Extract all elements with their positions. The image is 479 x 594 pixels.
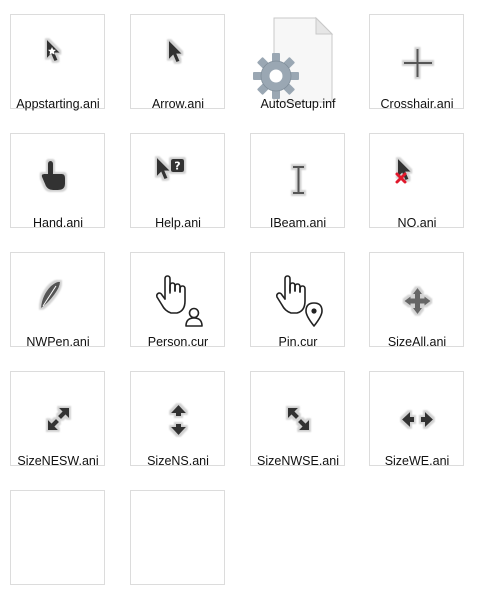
file-thumbnail (10, 371, 105, 466)
file-item-sizeall[interactable]: SizeAll.ani (361, 238, 473, 356)
file-item-help[interactable]: ? Help.ani (122, 119, 234, 237)
file-name: SizeNS.ani (147, 454, 209, 468)
file-item-sizenesw[interactable]: SizeNESW.ani (2, 357, 114, 475)
file-item-autosetup[interactable]: AutoSetup.inf (242, 0, 354, 118)
file-thumbnail (130, 490, 225, 585)
file-item-sizenwse[interactable]: SizeNWSE.ani (242, 357, 354, 475)
file-item-sizens[interactable]: SizeNS.ani (122, 357, 234, 475)
file-thumbnail (10, 14, 105, 109)
person-cursor-icon (155, 275, 203, 327)
file-item-appstarting[interactable]: Appstarting.ani (2, 0, 114, 118)
help-cursor-icon: ? (157, 158, 184, 179)
file-name: Appstarting.ani (16, 97, 100, 111)
file-name: AutoSetup.inf (260, 97, 336, 111)
hand-cursor-icon (41, 161, 65, 190)
file-thumbnail: ? (130, 133, 225, 228)
file-thumbnail (369, 133, 464, 228)
file-grid: Appstarting.ani Arrow.ani AutoSetup.inf … (0, 0, 479, 585)
file-item-person[interactable]: Person.cur (122, 238, 234, 356)
file-thumbnail (369, 14, 464, 109)
file-name: Pin.cur (278, 335, 318, 349)
size-ns-cursor-icon (171, 405, 186, 435)
file-name: SizeAll.ani (387, 335, 447, 349)
file-item-partial[interactable] (2, 476, 114, 594)
file-item-arrow[interactable]: Arrow.ani (122, 0, 234, 118)
file-item-no[interactable]: NO.ani (361, 119, 473, 237)
file-thumbnail (10, 490, 105, 585)
file-item-ibeam[interactable]: IBeam.ani (242, 119, 354, 237)
file-thumbnail (369, 252, 464, 347)
file-thumbnail (10, 133, 105, 228)
ibeam-cursor-icon (293, 166, 304, 194)
file-thumbnail (130, 371, 225, 466)
file-thumbnail (250, 371, 345, 466)
file-item-hand[interactable]: Hand.ani (2, 119, 114, 237)
file-name: Hand.ani (32, 216, 84, 230)
pin-cursor-icon (275, 275, 323, 327)
file-thumbnail (130, 14, 225, 109)
file-thumbnail (250, 252, 345, 347)
file-name: Help.ani (155, 216, 201, 230)
file-item-crosshair[interactable]: Crosshair.ani (361, 0, 473, 118)
file-name: SizeWE.ani (384, 454, 450, 468)
file-name: Person.cur (147, 335, 209, 349)
file-name: Crosshair.ani (380, 97, 454, 111)
file-thumbnail (10, 252, 105, 347)
size-we-cursor-icon (402, 412, 433, 427)
arrow-cursor-icon (169, 41, 182, 62)
file-name: SizeNESW.ani (17, 454, 99, 468)
pen-cursor-icon (41, 281, 60, 308)
file-item-partial[interactable] (122, 476, 234, 594)
file-thumbnail (250, 14, 345, 109)
file-item-pin[interactable]: Pin.cur (242, 238, 354, 356)
file-name: IBeam.ani (269, 216, 327, 230)
file-item-nwpen[interactable]: NWPen.ani (2, 238, 114, 356)
file-thumbnail (130, 252, 225, 347)
file-thumbnail (250, 133, 345, 228)
file-item-sizewe[interactable]: SizeWE.ani (361, 357, 473, 475)
size-nesw-cursor-icon (48, 408, 69, 430)
file-name: NWPen.ani (26, 335, 90, 349)
no-cursor-icon (395, 159, 411, 184)
crosshair-cursor-icon (404, 49, 432, 77)
file-name: NO.ani (397, 216, 437, 230)
settings-file-icon (253, 16, 334, 103)
appstarting-cursor-icon (47, 40, 60, 61)
size-nwse-cursor-icon (288, 408, 309, 430)
file-name: Arrow.ani (151, 97, 205, 111)
file-name: SizeNWSE.ani (257, 454, 339, 468)
sizeall-cursor-icon (404, 288, 431, 314)
svg-text:?: ? (174, 160, 180, 173)
file-thumbnail (369, 371, 464, 466)
